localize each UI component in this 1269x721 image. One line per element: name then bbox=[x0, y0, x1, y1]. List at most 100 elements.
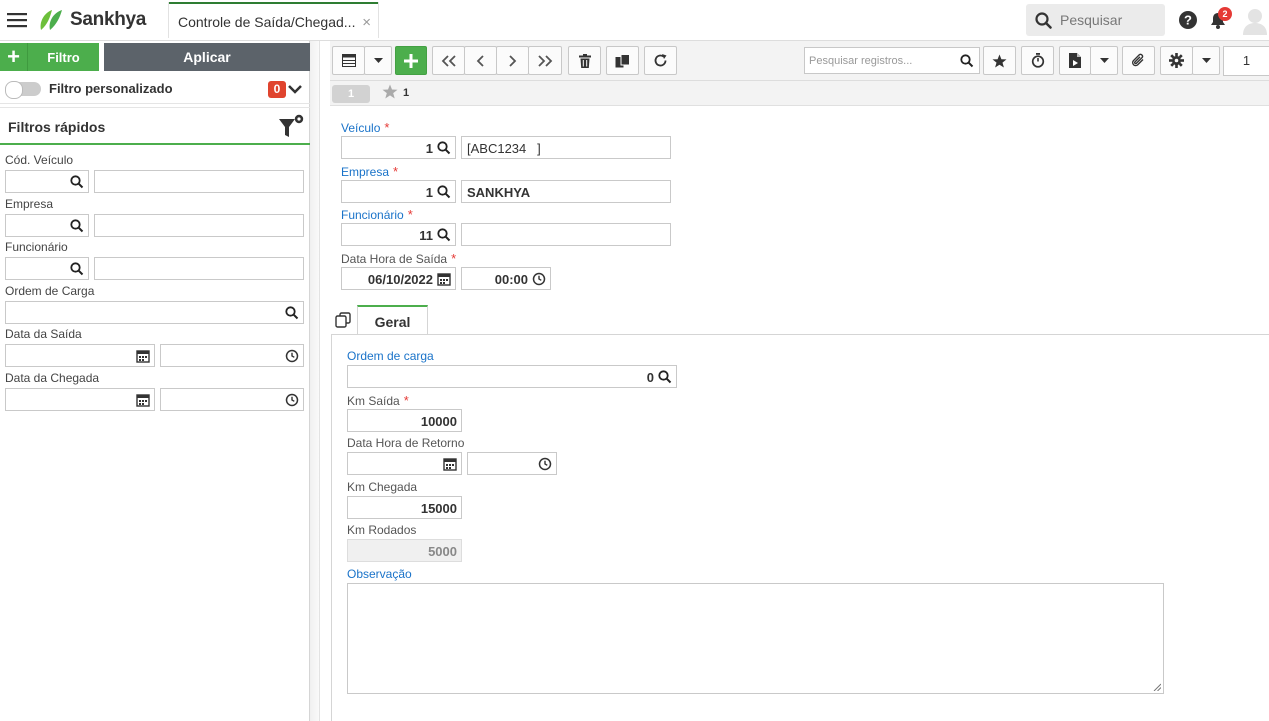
record-search-placeholder: Pesquisar registros... bbox=[809, 55, 913, 67]
record-search-input[interactable]: Pesquisar registros... bbox=[804, 47, 980, 74]
previous-record-button[interactable] bbox=[464, 46, 497, 75]
empresa-description-input[interactable] bbox=[94, 214, 304, 237]
timer-button[interactable] bbox=[1021, 46, 1054, 75]
observacao-label[interactable]: Observação bbox=[347, 567, 412, 581]
caret-down-icon bbox=[373, 57, 383, 63]
filter-settings-icon[interactable] bbox=[278, 113, 306, 141]
calendar-icon[interactable] bbox=[443, 457, 457, 471]
page-number-input[interactable]: 1 bbox=[1223, 46, 1269, 76]
clock-icon[interactable] bbox=[538, 457, 552, 471]
ordem-carga-label[interactable]: Ordem de carga bbox=[347, 349, 434, 363]
tab-geral[interactable]: Geral bbox=[357, 305, 428, 335]
report-dropdown-button[interactable] bbox=[1090, 46, 1118, 75]
observacao-textarea[interactable] bbox=[347, 583, 1164, 694]
data-chegada-time-input[interactable] bbox=[160, 388, 304, 411]
search-icon[interactable] bbox=[658, 370, 672, 384]
data-saida-date-input[interactable] bbox=[5, 344, 155, 367]
search-icon[interactable] bbox=[285, 306, 299, 320]
calendar-icon[interactable] bbox=[437, 272, 451, 286]
veiculo-description-field[interactable]: [ABC1234 ] bbox=[461, 136, 671, 159]
clock-icon[interactable] bbox=[285, 393, 299, 407]
attachment-button[interactable] bbox=[1122, 46, 1155, 75]
data-saida-time-input[interactable] bbox=[160, 344, 304, 367]
funcionario-code-input[interactable] bbox=[5, 257, 89, 280]
duplicate-record-button[interactable] bbox=[606, 46, 639, 75]
calendar-icon[interactable] bbox=[136, 349, 150, 363]
data-saida-time-field[interactable]: 00:00 bbox=[461, 267, 551, 290]
funcionario-description-input[interactable] bbox=[94, 257, 304, 280]
global-search[interactable]: Pesquisar bbox=[1026, 4, 1165, 36]
delete-record-button[interactable] bbox=[568, 46, 601, 75]
sankhya-logo[interactable]: Sankhya bbox=[38, 8, 146, 32]
cod-veiculo-description-input[interactable] bbox=[94, 170, 304, 193]
trash-icon bbox=[578, 53, 591, 68]
last-record-button[interactable] bbox=[528, 46, 562, 75]
empresa-code-field[interactable]: 1 bbox=[341, 180, 456, 203]
caret-down-icon bbox=[1099, 57, 1109, 63]
chevron-right-icon bbox=[509, 54, 517, 67]
close-tab-icon[interactable]: × bbox=[362, 14, 371, 31]
search-icon[interactable] bbox=[437, 228, 451, 242]
empresa-label[interactable]: Empresa * bbox=[341, 164, 398, 179]
copy-icon[interactable] bbox=[335, 312, 351, 328]
add-filter-button[interactable]: + Filtro bbox=[0, 43, 99, 71]
quick-filters-title: Filtros rápidos bbox=[8, 119, 106, 135]
next-record-button[interactable] bbox=[496, 46, 529, 75]
data-saida-date-field[interactable]: 06/10/2022 bbox=[341, 267, 456, 290]
global-search-placeholder: Pesquisar bbox=[1060, 12, 1123, 28]
resize-handle-icon[interactable] bbox=[1153, 683, 1161, 691]
document-icon bbox=[1068, 53, 1081, 68]
search-icon[interactable] bbox=[960, 54, 974, 68]
calendar-icon[interactable] bbox=[136, 393, 150, 407]
favorite-button[interactable] bbox=[983, 46, 1016, 75]
help-icon[interactable]: ? bbox=[1179, 11, 1197, 29]
chevron-left-icon bbox=[476, 54, 484, 67]
search-icon[interactable] bbox=[70, 175, 84, 189]
funcionario-label[interactable]: Funcionário * bbox=[341, 207, 413, 222]
view-dropdown-button[interactable] bbox=[364, 46, 392, 75]
custom-filter-toggle[interactable] bbox=[5, 81, 41, 99]
settings-button[interactable] bbox=[1160, 46, 1193, 75]
funcionario-description-field[interactable] bbox=[461, 223, 671, 246]
search-icon[interactable] bbox=[437, 185, 451, 199]
apply-button[interactable]: Aplicar bbox=[104, 43, 310, 71]
veiculo-label[interactable]: Veículo * bbox=[341, 120, 389, 135]
caret-down-icon bbox=[1201, 57, 1211, 63]
grid-view-button[interactable] bbox=[332, 46, 365, 75]
report-button[interactable] bbox=[1059, 46, 1091, 75]
chevron-down-icon[interactable] bbox=[288, 83, 302, 95]
search-icon[interactable] bbox=[70, 262, 84, 276]
user-avatar-icon[interactable] bbox=[1243, 7, 1267, 35]
funcionario-code-field[interactable]: 11 bbox=[341, 223, 456, 246]
first-record-button[interactable] bbox=[432, 46, 465, 75]
data-retorno-date-field[interactable] bbox=[347, 452, 462, 475]
data-chegada-date-input[interactable] bbox=[5, 388, 155, 411]
star-icon[interactable] bbox=[382, 84, 398, 100]
clock-icon[interactable] bbox=[285, 349, 299, 363]
search-icon[interactable] bbox=[437, 141, 451, 155]
search-icon bbox=[1035, 11, 1052, 29]
empresa-code-input[interactable] bbox=[5, 214, 89, 237]
refresh-button[interactable] bbox=[644, 46, 677, 75]
empresa-code-value: 1 bbox=[425, 185, 433, 200]
settings-dropdown-button[interactable] bbox=[1192, 46, 1220, 75]
clock-icon[interactable] bbox=[532, 272, 546, 286]
empresa-description-field[interactable]: SANKHYA bbox=[461, 180, 671, 203]
search-icon[interactable] bbox=[70, 219, 84, 233]
menu-icon[interactable] bbox=[7, 11, 27, 29]
tab-controle-saida-chegada[interactable]: Controle de Saída/Chegad... × bbox=[169, 2, 378, 40]
veiculo-code-field[interactable]: 1 bbox=[341, 136, 456, 159]
quick-filters-header: Filtros rápidos bbox=[0, 107, 310, 145]
data-retorno-time-field[interactable] bbox=[467, 452, 557, 475]
panel-splitter[interactable] bbox=[310, 41, 320, 721]
km-chegada-field[interactable]: 15000 bbox=[347, 496, 462, 519]
ordem-carga-input[interactable] bbox=[5, 301, 304, 324]
divider bbox=[378, 2, 379, 38]
cod-veiculo-code-input[interactable] bbox=[5, 170, 89, 193]
ordem-carga-field[interactable]: 0 bbox=[347, 365, 677, 388]
km-saida-field[interactable]: 10000 bbox=[347, 409, 462, 432]
plus-icon bbox=[404, 53, 418, 68]
add-record-button[interactable] bbox=[395, 46, 427, 75]
record-index-pill[interactable]: 1 bbox=[332, 85, 370, 103]
required-mark: * bbox=[403, 393, 409, 408]
